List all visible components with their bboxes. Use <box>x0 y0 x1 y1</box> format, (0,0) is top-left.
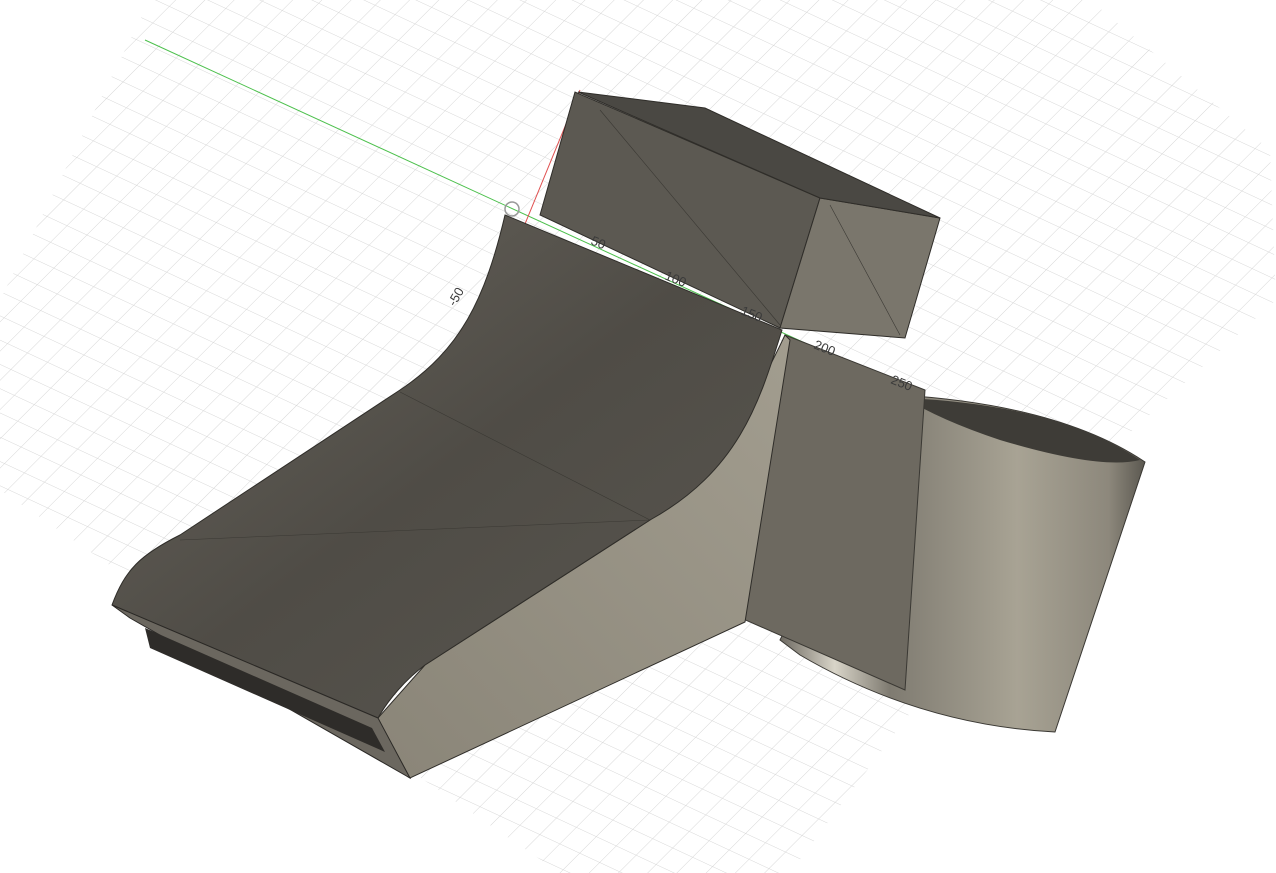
cad-viewport[interactable]: 50 100 150 200 250 -50 <box>0 0 1276 873</box>
scene[interactable]: 50 100 150 200 250 -50 <box>0 0 1276 873</box>
